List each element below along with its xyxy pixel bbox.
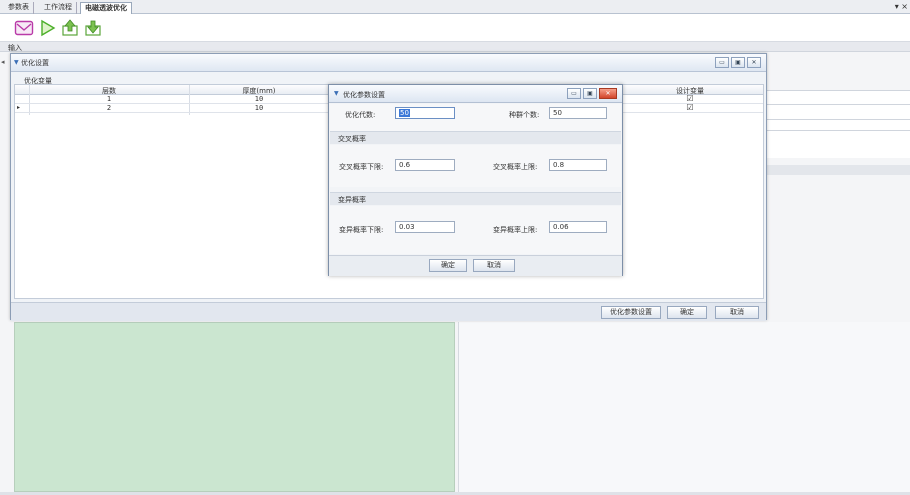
mutation-low-input[interactable]: 0.03 (395, 221, 455, 233)
maximize-icon[interactable]: ▣ (731, 57, 745, 68)
window-buttons: ▭ ▣ ✕ (715, 57, 761, 68)
envelope-icon[interactable] (14, 19, 34, 37)
generations-input[interactable]: 50 (395, 107, 455, 119)
mutation-section-header: 变异概率 (330, 192, 621, 205)
generations-label: 优化代数: (345, 111, 376, 119)
divider (767, 104, 910, 105)
mutation-low-label: 变异概率下限: (339, 226, 384, 234)
tab-workflow[interactable]: 工作流程 (40, 2, 77, 14)
cell-layer[interactable]: 1 (29, 95, 189, 103)
crossover-high-input[interactable]: 0.8 (549, 159, 607, 171)
close-icon[interactable]: ✕ (599, 88, 617, 99)
document-tab-bar: 参数表 工作流程 电磁透波优化 ▾ × (0, 0, 910, 14)
background-table-panel (767, 90, 910, 158)
minimize-icon[interactable]: ▭ (715, 57, 729, 68)
close-icon[interactable]: ✕ (747, 57, 761, 68)
design-variable-checkbox[interactable]: ☑ (686, 95, 694, 103)
window-buttons: ▭ ▣ ✕ (567, 88, 617, 99)
design-variable-checkbox[interactable]: ☑ (686, 104, 694, 112)
generations-value: 50 (399, 109, 410, 117)
dialog-title-bar[interactable]: ▼ 优化设置 ▭ ▣ ✕ (11, 54, 766, 72)
dialog-title: 优化参数设置 (343, 91, 385, 99)
toolbar (0, 14, 910, 42)
cell-thickness[interactable]: 10 (189, 104, 329, 112)
divider (767, 119, 910, 120)
mutation-section-title: 变异概率 (338, 196, 366, 204)
input-section-label: 输入 (8, 44, 22, 52)
dialog-footer: 确定 取消 (329, 255, 622, 276)
cancel-button[interactable]: 取消 (473, 259, 515, 272)
population-input[interactable]: 50 (549, 107, 607, 119)
dialog-footer: 优化参数设置 确定 取消 (11, 302, 766, 321)
crossover-section-title: 交叉概率 (338, 135, 366, 143)
tab-menu-close-icon[interactable]: ▾ × (895, 2, 908, 11)
tab-em-wave-optimization[interactable]: 电磁透波优化 (80, 2, 132, 14)
ok-button[interactable]: 确定 (667, 306, 707, 319)
divider (767, 130, 910, 131)
population-label: 种群个数: (509, 111, 540, 119)
crossover-high-label: 交叉概率上限: (493, 163, 538, 171)
cell-thickness[interactable]: 10 (189, 95, 329, 103)
export-icon[interactable] (60, 19, 80, 37)
minimize-icon[interactable]: ▭ (567, 88, 581, 99)
dialog-menu-icon[interactable]: ▼ (14, 59, 19, 66)
collapse-arrow-icon[interactable]: ◂ (1, 58, 5, 66)
cancel-button[interactable]: 取消 (715, 306, 759, 319)
panel-splitter[interactable] (767, 165, 910, 175)
optimization-params-button[interactable]: 优化参数设置 (601, 306, 661, 319)
crossover-low-input[interactable]: 0.6 (395, 159, 455, 171)
result-area (458, 322, 910, 492)
optimization-params-dialog: ▼ 优化参数设置 ▭ ▣ ✕ 优化代数: 50 种群个数: 50 交叉概率 交叉… (328, 84, 623, 276)
import-icon[interactable] (83, 19, 103, 37)
play-icon[interactable] (37, 19, 57, 37)
mutation-high-label: 变异概率上限: (493, 226, 538, 234)
row-selector: ▸ (17, 104, 21, 111)
crossover-low-label: 交叉概率下限: (339, 163, 384, 171)
crossover-section-header: 交叉概率 (330, 131, 621, 144)
dialog-menu-icon[interactable]: ▼ (334, 90, 339, 97)
dialog-title: 优化设置 (21, 59, 49, 67)
dialog-title-bar[interactable]: ▼ 优化参数设置 ▭ ▣ ✕ (329, 85, 622, 103)
mutation-high-input[interactable]: 0.06 (549, 221, 607, 233)
preview-area (14, 322, 455, 492)
maximize-icon[interactable]: ▣ (583, 88, 597, 99)
tab-parameter-table[interactable]: 参数表 (4, 2, 34, 14)
ok-button[interactable]: 确定 (429, 259, 467, 272)
cell-layer[interactable]: 2 (29, 104, 189, 112)
input-section-strip (0, 42, 910, 52)
